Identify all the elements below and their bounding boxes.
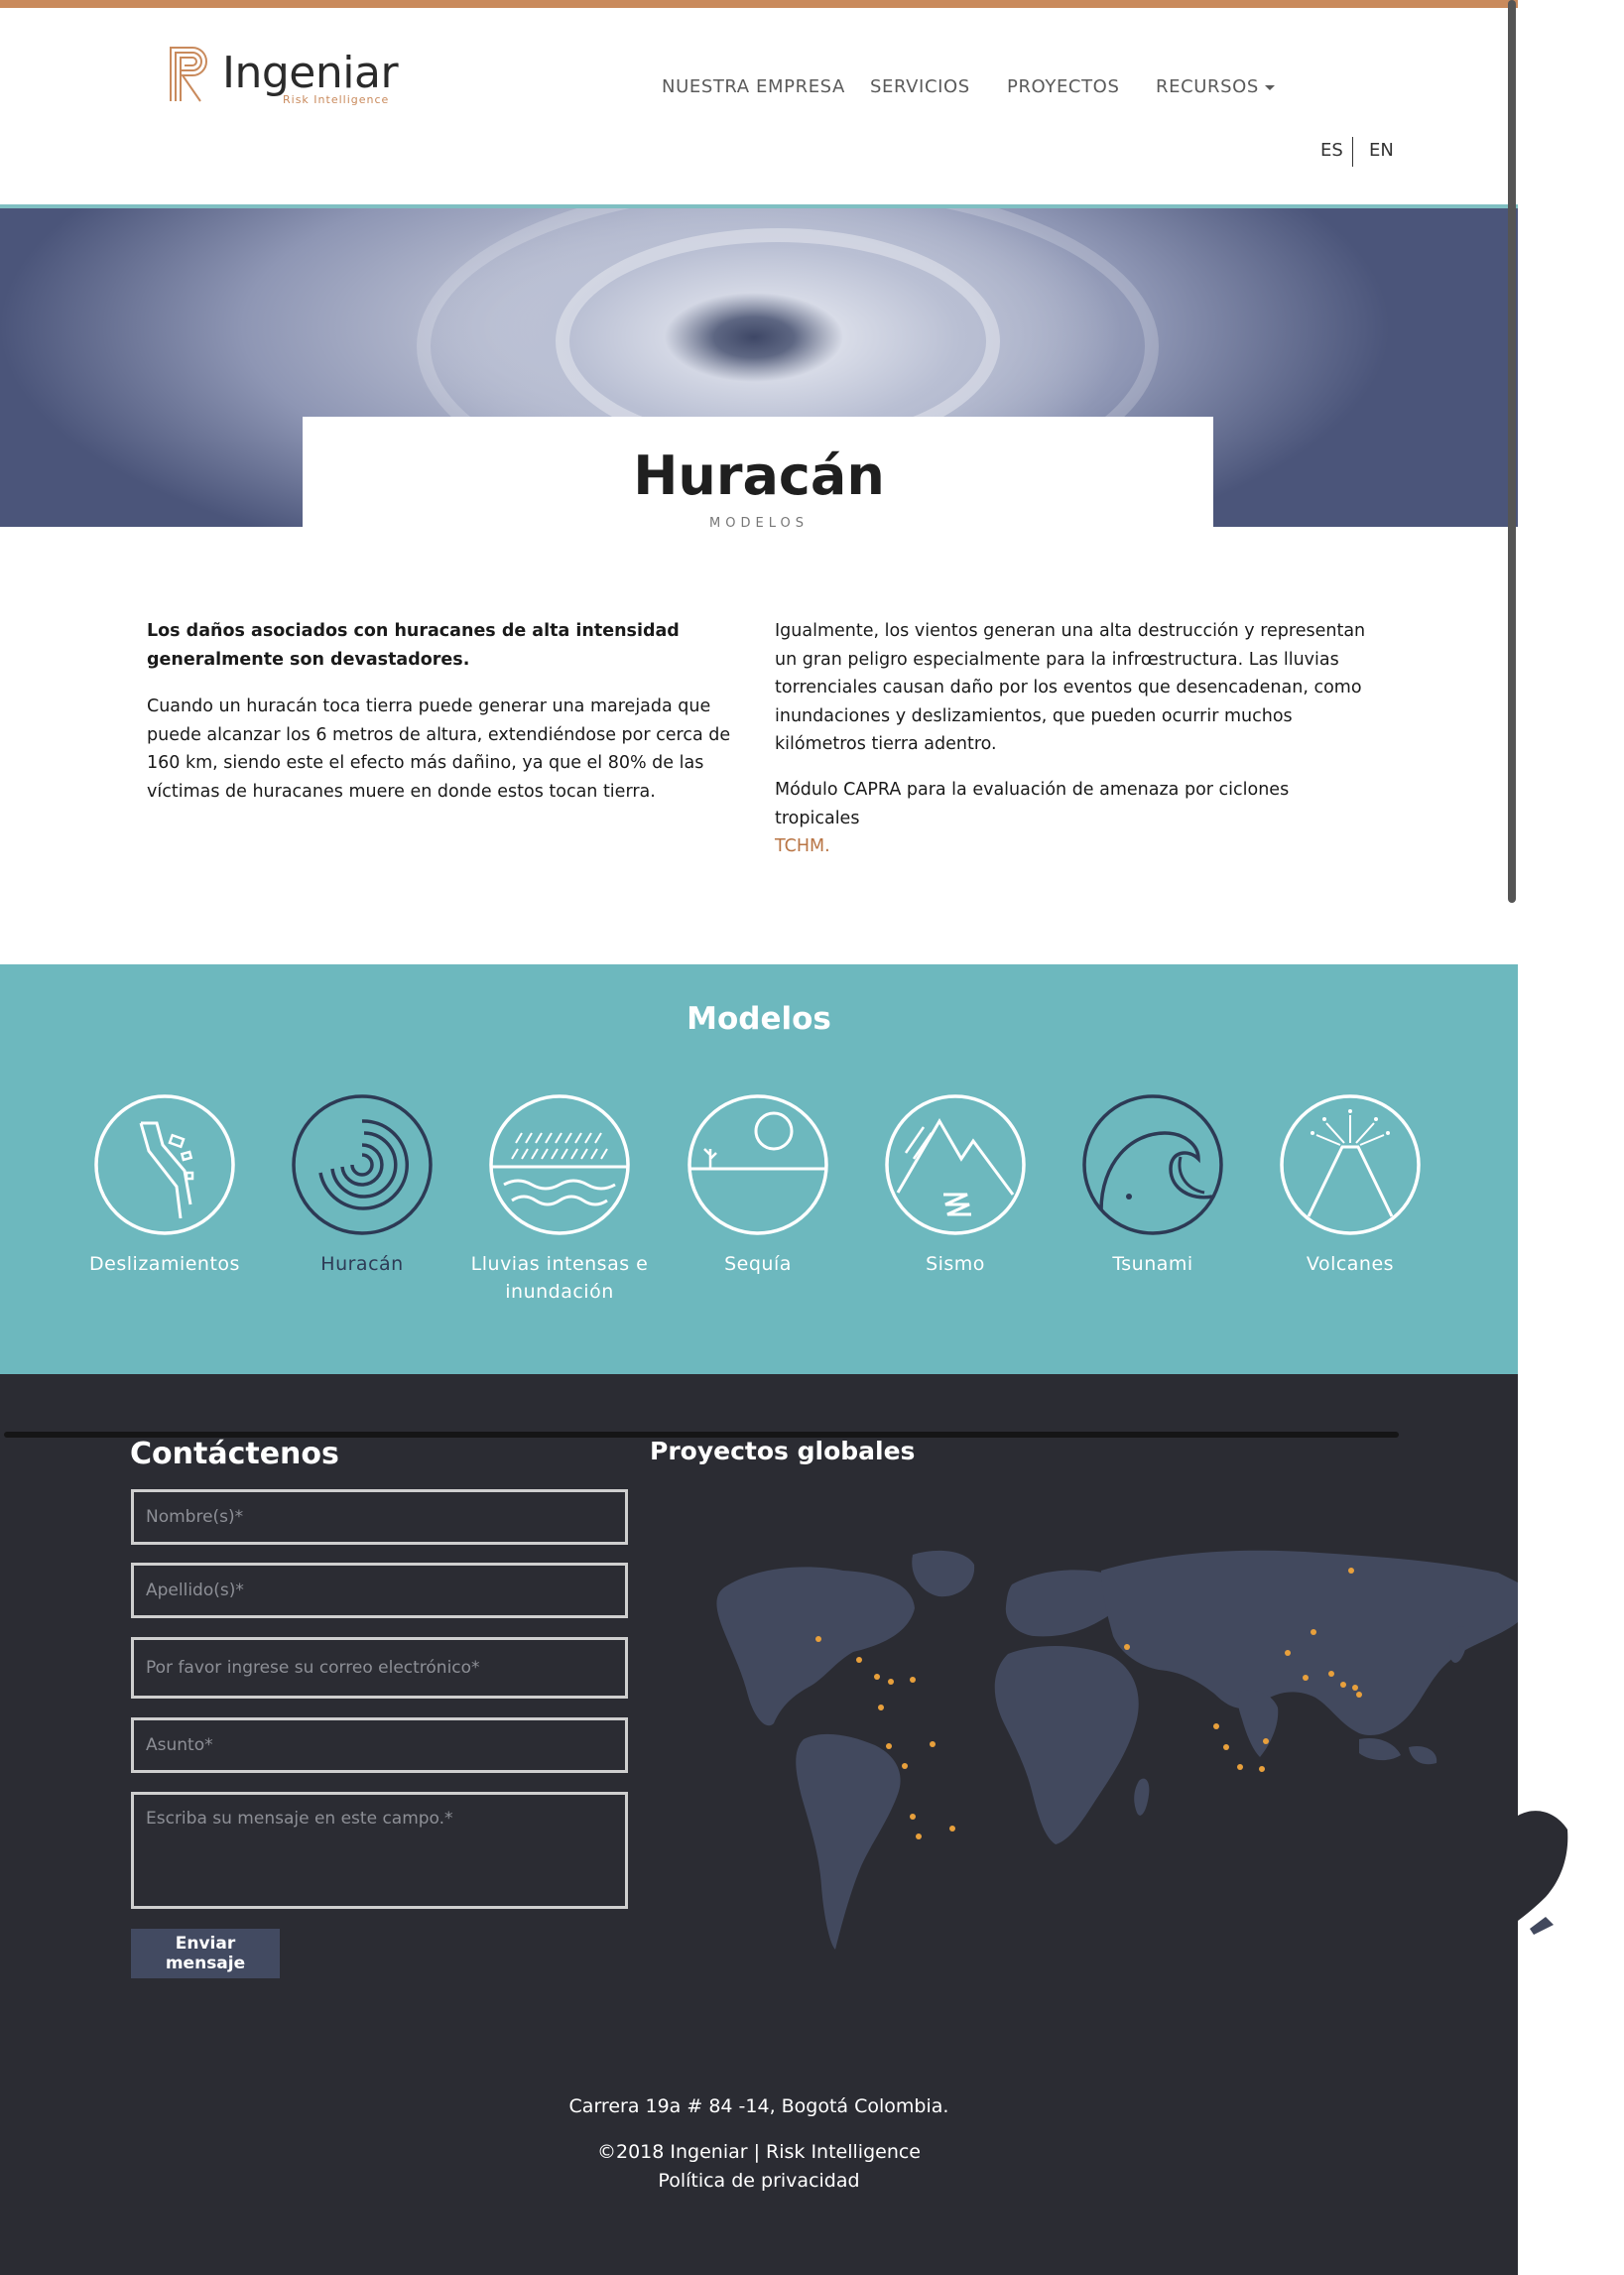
model-label: Sequía (724, 1253, 792, 1275)
send-message-button[interactable]: Enviar mensaje (131, 1929, 280, 1978)
page-title: Huracán (633, 444, 885, 507)
logo-name: Ingeniar (222, 48, 399, 98)
model-label: Lluvias intensas e inundación (470, 1253, 649, 1303)
lang-en[interactable]: EN (1369, 140, 1394, 161)
logo[interactable]: Ingeniar Risk Intelligence (167, 44, 405, 109)
model-huracan[interactable]: Huracán (263, 1093, 461, 1278)
footer-address: Carrera 19a # 84 -14, Bogotá Colombia. (568, 2095, 949, 2117)
model-tsunami[interactable]: Tsunami (1054, 1093, 1252, 1278)
australia-map-fragment (1518, 1811, 1568, 1935)
nav-servicios[interactable]: SERVICIOS (870, 76, 970, 97)
models-section: Modelos Deslizamientos Huracán Lluvias i… (0, 964, 1518, 1374)
model-label: Tsunami (1112, 1253, 1193, 1275)
nav-recursos[interactable]: RECURSOS (1156, 76, 1275, 97)
tsunami-icon (1082, 1094, 1223, 1235)
world-map (716, 1550, 1518, 1950)
intro-paragraph-3: Módulo CAPRA para la evaluación de amena… (775, 776, 1375, 861)
nav-nuestra-empresa[interactable]: NUESTRA EMPRESA (662, 76, 845, 97)
model-lluvias[interactable]: Lluvias intensas e inundación (460, 1093, 659, 1306)
model-sismo[interactable]: Sismo (856, 1093, 1055, 1278)
model-deslizamientos[interactable]: Deslizamientos (65, 1093, 264, 1278)
last-name-field[interactable] (131, 1563, 628, 1618)
email-field[interactable] (131, 1637, 628, 1699)
logo-tagline: Risk Intelligence (283, 93, 390, 106)
intro-lead: Los daños asociados con huracanes de alt… (147, 617, 742, 674)
landslide-icon (94, 1094, 235, 1235)
intro-paragraph-1: Cuando un huracán toca tierra puede gene… (147, 696, 731, 802)
privacy-link[interactable]: Política de privacidad (0, 2170, 1518, 2192)
page-subtitle: MODELOS (709, 516, 809, 531)
model-sequia[interactable]: Sequía (659, 1093, 857, 1278)
earthquake-icon (885, 1094, 1026, 1235)
model-label: Huracán (320, 1253, 404, 1275)
tchm-link[interactable]: TCHM. (775, 836, 830, 856)
model-volcanes[interactable]: Volcanes (1251, 1093, 1449, 1278)
top-accent-bar (0, 0, 1518, 8)
message-field[interactable] (131, 1792, 628, 1909)
first-name-field[interactable] (131, 1489, 628, 1545)
contact-section: Contáctenos Proyectos globales Enviar me… (0, 1374, 1518, 2275)
hurricane-icon (292, 1094, 433, 1235)
nav-recursos-label: RECURSOS (1156, 76, 1259, 97)
capra-text: Módulo CAPRA para la evaluación de amena… (775, 780, 1290, 828)
models-title: Modelos (687, 1001, 831, 1037)
projects-title: Proyectos globales (650, 1437, 916, 1465)
volcano-icon (1280, 1094, 1421, 1235)
logo-mark-icon (170, 47, 207, 102)
drought-icon (687, 1094, 828, 1235)
contact-title: Contáctenos (130, 1437, 339, 1471)
rain-flood-icon (489, 1094, 630, 1235)
intro-lead-text: Los daños asociados con huracanes de alt… (147, 621, 680, 670)
lang-divider (1352, 137, 1353, 167)
chevron-down-icon (1264, 84, 1275, 90)
subject-field[interactable] (131, 1717, 628, 1773)
model-label: Volcanes (1306, 1253, 1395, 1275)
footer-copyright: ©2018 Ingeniar | Risk Intelligence (596, 2141, 921, 2163)
model-label: Sismo (926, 1253, 985, 1275)
page: Ingeniar Risk Intelligence NUESTRA EMPRE… (0, 0, 1518, 2275)
scrollbar[interactable] (1508, 0, 1516, 903)
intro-paragraph-2: Igualmente, los vientos generan una alta… (775, 621, 1366, 754)
model-label: Deslizamientos (89, 1253, 240, 1275)
nav-proyectos[interactable]: PROYECTOS (1007, 76, 1119, 97)
lang-es[interactable]: ES (1320, 140, 1343, 161)
